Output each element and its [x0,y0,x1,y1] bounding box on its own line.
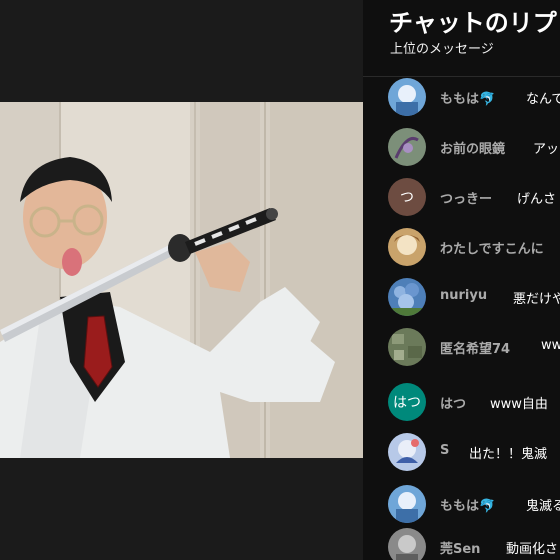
message-author[interactable]: はつ [440,393,466,412]
message-author[interactable]: S [440,443,449,458]
message-text: 悪だけや [513,292,560,307]
avatar[interactable]: つ [388,178,426,216]
message-author[interactable]: ももは🐬 [440,495,495,514]
message-author[interactable]: ももは🐬 [440,88,495,107]
chat-message[interactable]: わたしですこんに [363,227,560,267]
message-author[interactable]: お前の眼鏡 [440,138,505,157]
message-text: www自由 [490,397,548,412]
message-text: 出た！！鬼滅 [469,447,548,462]
video-frame[interactable] [0,102,363,458]
avatar-initial: はつ [393,395,421,411]
message-text: げんさ [517,192,557,207]
live-chat-panel[interactable]: チャットのリプ 上位のメッセージ ももは🐬 なんで お前の眼鏡 アッ つ つっき… [363,0,560,560]
message-text: ww [541,338,560,353]
chat-message[interactable]: お前の眼鏡 アッ [363,127,560,167]
chat-mode-dropdown[interactable]: 上位のメッセージ [390,38,494,57]
message-text: アッ [533,142,560,157]
chat-message[interactable]: 匿名希望74 ww [363,327,560,367]
message-text: 鬼滅る [526,499,560,514]
chat-message[interactable]: nuriyu 悪だけや [363,277,560,317]
chat-message[interactable]: 莞Sen 動画化さ [363,527,560,560]
avatar[interactable] [388,278,426,316]
video-still-image [0,102,363,458]
message-author[interactable]: 莞Sen [440,538,480,557]
chat-message[interactable]: ももは🐬 鬼滅る [363,484,560,524]
video-player[interactable] [0,0,363,560]
message-author[interactable]: つっきー [440,188,492,207]
avatar[interactable] [388,78,426,116]
message-author[interactable]: 匿名希望74 [440,338,510,357]
message-author[interactable]: nuriyu [440,288,487,303]
chat-header: チャットのリプ 上位のメッセージ [363,0,560,77]
chat-title[interactable]: チャットのリプ [389,3,557,38]
avatar-initial: つ [400,190,414,206]
avatar[interactable] [388,328,426,366]
avatar[interactable]: はつ [388,383,426,421]
avatar[interactable] [388,485,426,523]
chat-message[interactable]: つ つっきー げんさ [363,177,560,217]
avatar[interactable] [388,228,426,266]
chat-message[interactable]: S 出た！！鬼滅 [363,432,560,472]
avatar[interactable] [388,433,426,471]
avatar[interactable] [388,128,426,166]
chat-message[interactable]: ももは🐬 なんで [363,77,560,117]
message-text: なんで [526,92,560,107]
message-text: 動画化さ [506,542,559,557]
message-author[interactable]: わたしですこんに [440,238,544,257]
chat-message[interactable]: はつ はつ www自由 [363,382,560,422]
avatar[interactable] [388,528,426,560]
